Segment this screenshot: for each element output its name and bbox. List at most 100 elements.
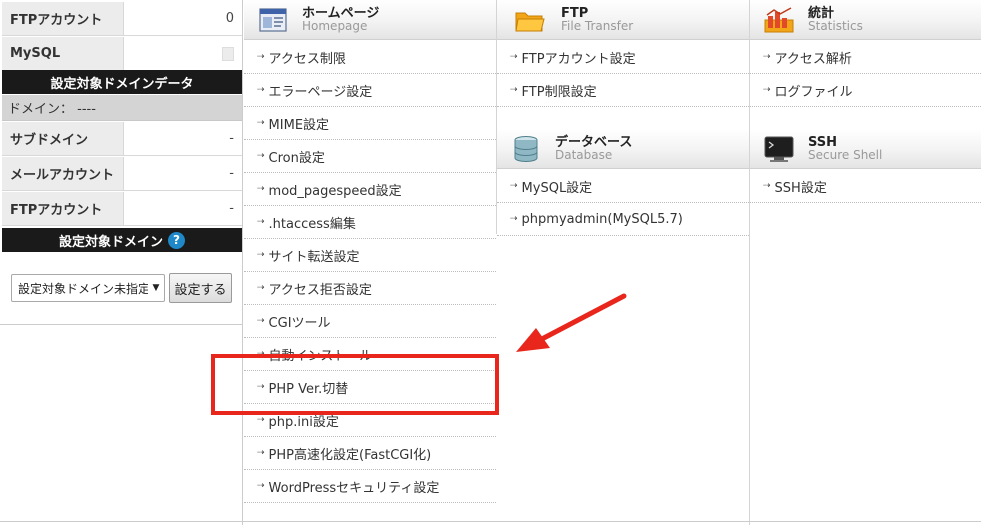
domain-select-header: 設定対象ドメイン ?	[2, 228, 242, 252]
domain-select-value: 設定対象ドメイン未指定	[18, 281, 148, 296]
domain-select-header-text: 設定対象ドメイン	[58, 234, 163, 250]
menu-link-access-restriction[interactable]: ⇢ アクセス制限	[244, 41, 496, 74]
arrow-bullet-icon: ⇢	[763, 85, 770, 95]
statistics-header: 統計 Statistics	[750, 0, 981, 40]
menu-link-access-analysis[interactable]: ⇢ アクセス解析	[750, 41, 981, 74]
ftp-title: FTP	[561, 5, 589, 21]
arrow-bullet-icon: ⇢	[510, 52, 517, 62]
statistics-subtitle: Statistics	[808, 18, 863, 33]
database-icon	[514, 135, 538, 162]
menu-link-label: FTP制限設定	[521, 84, 597, 100]
homepage-title: ホームページ	[302, 5, 380, 21]
terminal-icon	[764, 136, 794, 162]
set-domain-button[interactable]: 設定する	[169, 273, 232, 303]
homepage-header: ホームページ Homepage	[244, 0, 496, 40]
arrow-bullet-icon: ⇢	[763, 52, 770, 62]
domain-select[interactable]: 設定対象ドメイン未指定 ▼	[11, 274, 165, 302]
menu-link-htaccess[interactable]: ⇢ .htaccess編集	[244, 206, 496, 239]
menu-link-cgi-tools[interactable]: ⇢ CGIツール	[244, 305, 496, 338]
row-value: -	[229, 201, 234, 216]
menu-link-label: エラーページ設定	[268, 84, 373, 100]
database-subtitle: Database	[555, 147, 613, 162]
menu-link-site-redirect[interactable]: ⇢ サイト転送設定	[244, 239, 496, 272]
help-icon[interactable]: ?	[168, 231, 185, 249]
menu-link-label: アクセス解析	[774, 51, 852, 67]
ssh-title: SSH	[808, 134, 838, 150]
menu-link-label: WordPressセキュリティ設定	[268, 480, 440, 496]
pointer-arrow-icon	[516, 293, 627, 352]
row-value: 0	[225, 11, 234, 26]
row-value: -	[229, 131, 234, 146]
menu-link-label: .htaccess編集	[268, 216, 356, 232]
menu-link-label: Cron設定	[268, 150, 325, 166]
arrow-bullet-icon: ⇢	[257, 316, 264, 326]
menu-link-log-file[interactable]: ⇢ ログファイル	[750, 74, 981, 107]
arrow-bullet-icon: ⇢	[257, 184, 264, 194]
arrow-bullet-icon: ⇢	[510, 85, 517, 95]
menu-link-fastcgi[interactable]: ⇢ PHP高速化設定(FastCGI化)	[244, 437, 496, 470]
menu-link-label: PHP高速化設定(FastCGI化)	[268, 447, 432, 463]
highlight-box	[211, 354, 499, 415]
database-header: データベース Database	[497, 129, 749, 169]
page-bottom-border	[0, 521, 981, 522]
subdomain-row: サブドメイン -	[2, 122, 242, 156]
row-value	[124, 37, 242, 70]
ftp-subtitle: File Transfer	[561, 18, 634, 33]
row-label: サブドメイン	[2, 122, 124, 155]
menu-link-ftp-account[interactable]: ⇢ FTPアカウント設定	[497, 41, 749, 74]
homepage-subtitle: Homepage	[302, 18, 368, 33]
mail-account-row: メールアカウント -	[2, 157, 242, 191]
folder-icon	[515, 12, 545, 31]
menu-link-label: MIME設定	[268, 117, 330, 133]
menu-link-label: mod_pagespeed設定	[268, 183, 402, 199]
arrow-bullet-icon: ⇢	[257, 151, 264, 161]
current-domain-text: ドメイン： ----	[2, 95, 242, 121]
menu-link-ssh[interactable]: ⇢ SSH設定	[750, 170, 981, 203]
menu-link-access-deny[interactable]: ⇢ アクセス拒否設定	[244, 272, 496, 305]
arrow-bullet-icon: ⇢	[257, 283, 264, 293]
homepage-icon	[259, 7, 287, 32]
arrow-bullet-icon: ⇢	[257, 415, 264, 425]
menu-link-label: CGIツール	[268, 315, 331, 331]
arrow-bullet-icon: ⇢	[257, 118, 264, 128]
menu-link-wordpress-security[interactable]: ⇢ WordPressセキュリティ設定	[244, 470, 496, 503]
arrow-bullet-icon: ⇢	[510, 214, 517, 224]
ftp-header: FTP File Transfer	[497, 0, 749, 40]
ssh-header: SSH Secure Shell	[750, 129, 981, 169]
arrow-bullet-icon: ⇢	[257, 481, 264, 491]
menu-link-label: サイト転送設定	[268, 249, 360, 265]
arrow-bullet-icon: ⇢	[257, 448, 264, 458]
menu-link-ftp-restriction[interactable]: ⇢ FTP制限設定	[497, 74, 749, 107]
menu-link-label: MySQL設定	[521, 180, 593, 196]
menu-link-phpmyadmin[interactable]: ⇢ phpmyadmin(MySQL5.7)	[497, 203, 749, 236]
ftp-account-row: FTPアカウント -	[2, 192, 242, 226]
menu-link-mysql[interactable]: ⇢ MySQL設定	[497, 170, 749, 203]
sidebar-divider	[0, 324, 243, 325]
database-title: データベース	[555, 134, 633, 150]
row-label: FTPアカウント	[2, 192, 124, 225]
menu-link-label: FTPアカウント設定	[521, 51, 636, 67]
arrow-bullet-icon: ⇢	[763, 181, 770, 191]
row-label: FTPアカウント	[2, 2, 124, 35]
menu-link-cron[interactable]: ⇢ Cron設定	[244, 140, 496, 173]
menu-link-error-page[interactable]: ⇢ エラーページ設定	[244, 74, 496, 107]
menu-link-mod-pagespeed[interactable]: ⇢ mod_pagespeed設定	[244, 173, 496, 206]
menu-link-mime[interactable]: ⇢ MIME設定	[244, 107, 496, 140]
menu-link-label: SSH設定	[774, 180, 827, 196]
arrow-bullet-icon: ⇢	[257, 217, 264, 227]
menu-link-label: アクセス制限	[268, 51, 346, 67]
statistics-icon	[764, 6, 794, 32]
menu-link-label: ログファイル	[774, 84, 853, 100]
dropdown-arrow-icon: ▼	[152, 283, 160, 293]
domain-data-header: 設定対象ドメインデータ	[2, 70, 242, 94]
row-label: メールアカウント	[2, 157, 124, 190]
sidebar: FTPアカウント 0 MySQL 設定対象ドメインデータ ドメイン： ---- …	[0, 0, 243, 525]
value-placeholder-box	[222, 46, 234, 61]
arrow-bullet-icon: ⇢	[257, 52, 264, 62]
menu-link-label: アクセス拒否設定	[268, 282, 372, 298]
statistics-title: 統計	[808, 5, 835, 21]
arrow-bullet-icon: ⇢	[257, 85, 264, 95]
ftp-account-count-row: FTPアカウント 0	[2, 2, 242, 36]
menu-link-label: phpmyadmin(MySQL5.7)	[521, 211, 683, 227]
row-label: MySQL	[2, 37, 124, 70]
